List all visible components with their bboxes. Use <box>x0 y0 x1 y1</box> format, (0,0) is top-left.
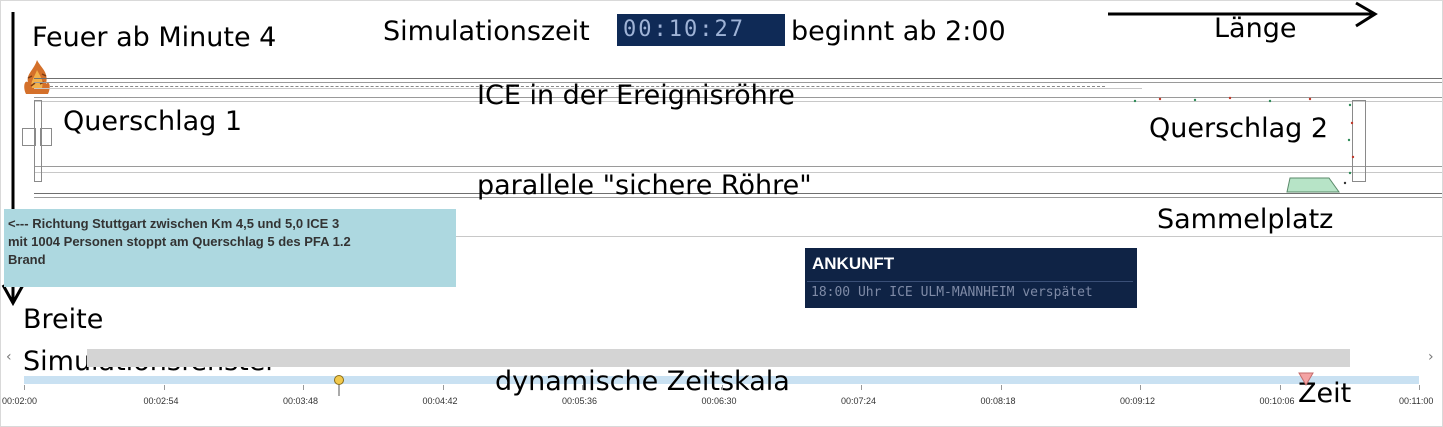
playhead-icon[interactable] <box>1298 372 1314 386</box>
assembly-point-label: Sammelplatz <box>1157 204 1334 235</box>
train-label: ICE in der Ereignisröhre <box>477 80 795 111</box>
cross-passage-2-label: Querschlag 2 <box>1149 113 1329 144</box>
info-line-3: Brand <box>8 252 46 267</box>
cross-passage-1-door-right <box>40 128 52 146</box>
timescale-label: dynamische Zeitskala <box>495 366 790 397</box>
scroll-left-arrow[interactable]: ‹ <box>6 349 12 365</box>
cross-passage-1-label: Querschlag 1 <box>63 106 243 137</box>
info-box: <--- Richtung Stuttgart zwischen Km 4,5 … <box>4 209 456 287</box>
arrival-board-title: ANKUNFT <box>812 254 895 273</box>
width-label: Breite <box>23 304 104 335</box>
fire-marker-icon[interactable] <box>332 374 346 396</box>
arrival-board: ANKUNFT 18:00 Uhr ICE ULM-MANNHEIM versp… <box>805 248 1137 308</box>
assembly-point-shape <box>1286 177 1340 193</box>
scrollbar-thumb[interactable] <box>87 349 1350 367</box>
cross-passage-1-door <box>22 128 36 146</box>
arrival-board-message: 18:00 Uhr ICE ULM-MANNHEIM verspätet <box>807 281 1133 303</box>
scroll-right-arrow[interactable]: › <box>1428 349 1434 365</box>
safe-tube-label: parallele "sichere Röhre" <box>477 170 812 201</box>
info-line-1: <--- Richtung Stuttgart zwischen Km 4,5 … <box>8 216 340 231</box>
info-line-2: mit 1004 Personen stoppt am Querschlag 5… <box>8 234 351 249</box>
